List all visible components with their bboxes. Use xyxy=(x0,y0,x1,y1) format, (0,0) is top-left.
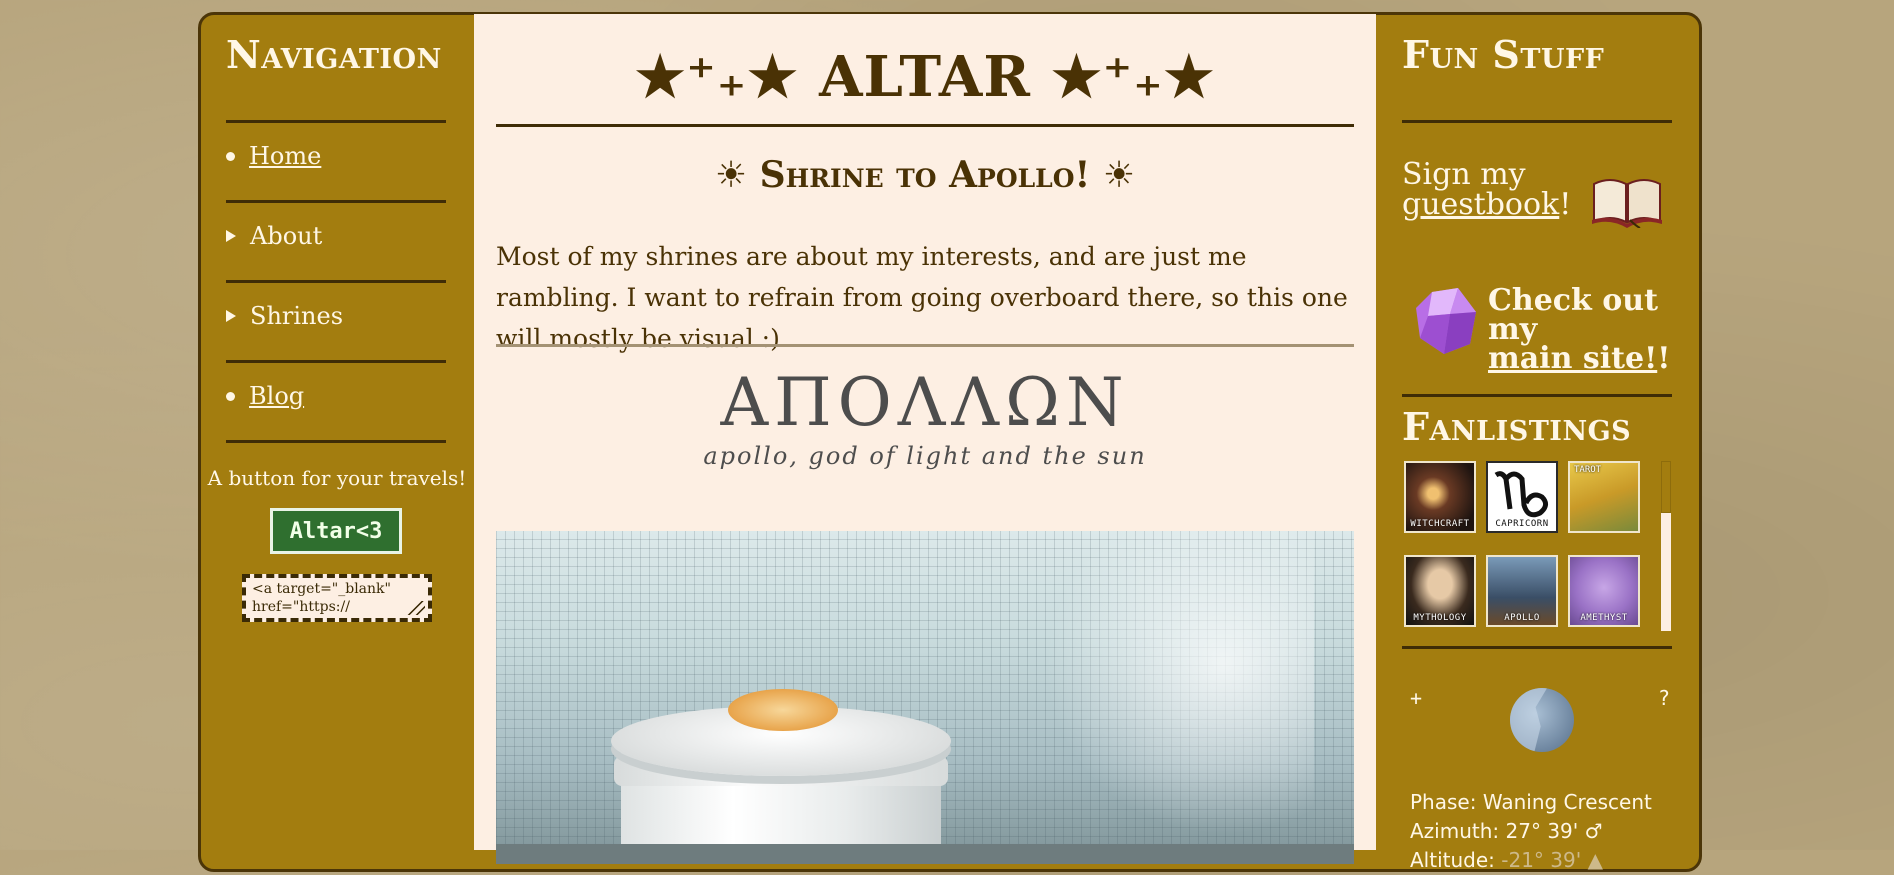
site-button-88x31[interactable]: Altar<3 xyxy=(270,508,402,554)
window-sill xyxy=(496,844,1354,864)
section-divider xyxy=(496,344,1354,347)
guestbook-prefix: Sign my xyxy=(1402,157,1526,192)
bullet-icon xyxy=(226,151,235,161)
nav-label-shrines: Shrines xyxy=(250,302,344,330)
resize-handle-icon[interactable] xyxy=(407,601,425,615)
fun-stuff-sidebar: Fun Stuff Sign my guestbook! Check out m… xyxy=(1376,14,1700,872)
flower-ornament xyxy=(728,689,838,731)
phase-label: Phase: xyxy=(1410,790,1477,814)
scrollbar-thumb[interactable] xyxy=(1661,461,1671,513)
moon-expand-button[interactable]: + xyxy=(1410,686,1422,710)
divider xyxy=(226,280,446,283)
phase-value: Waning Crescent xyxy=(1482,790,1652,814)
divider xyxy=(226,200,446,203)
shrine-heading: ☀ Shrine to Apollo! ☀ xyxy=(714,154,1136,196)
azimuth-label: Azimuth: xyxy=(1410,819,1500,843)
fanlisting-capricorn[interactable]: CAPRICORN xyxy=(1486,461,1558,533)
altitude-label: Altitude: xyxy=(1410,848,1495,872)
azimuth-value: 27° 39' ♂ xyxy=(1505,819,1603,843)
page-title: ★⁺₊★ ALTAR ★⁺₊★ xyxy=(635,44,1215,110)
expand-triangle-icon xyxy=(226,230,236,242)
main-site-suffix: ! xyxy=(1657,341,1671,376)
fanlisting-label: CAPRICORN xyxy=(1495,519,1549,529)
divider xyxy=(1402,646,1672,649)
fanlisting-witchcraft[interactable]: WITCHCRAFT xyxy=(1404,461,1476,533)
bullet-icon xyxy=(226,391,235,401)
fanlisting-label: MYTHOLOGY xyxy=(1413,613,1467,623)
fanlisting-label: TAROT xyxy=(1574,465,1602,475)
nav-label-about: About xyxy=(250,222,323,250)
divider xyxy=(226,440,446,443)
button-code-text: <a target="_blank" href="https:// xyxy=(252,581,391,615)
main-content: ★⁺₊★ ALTAR ★⁺₊★ ☀ Shrine to Apollo! ☀ Mo… xyxy=(474,14,1376,864)
light-glow xyxy=(1014,531,1314,864)
navigation-title: Navigation xyxy=(226,32,442,77)
moon-widget: + ? Phase: Waning Crescent Azimuth: 27° … xyxy=(1410,674,1670,872)
guestbook-link[interactable]: guestbook xyxy=(1402,187,1559,222)
amethyst-crystal-icon xyxy=(1416,288,1476,354)
fanlisting-tarot[interactable]: TAROT xyxy=(1568,461,1640,533)
moon-help-button[interactable]: ? xyxy=(1658,686,1670,710)
nav-link-home[interactable]: Home xyxy=(249,142,321,170)
fanlisting-label: WITCHCRAFT xyxy=(1410,519,1470,529)
button-code-textarea[interactable]: <a target="_blank" href="https:// xyxy=(242,574,432,622)
main-site-prefix: Check out my xyxy=(1488,283,1658,347)
guestbook-prompt: Sign my guestbook! xyxy=(1402,160,1571,220)
expand-triangle-icon xyxy=(226,310,236,322)
nav-item-home[interactable]: Home xyxy=(226,142,321,170)
moon-phase-icon xyxy=(1510,688,1574,752)
fanlistings-scrollbar[interactable] xyxy=(1661,461,1671,631)
fanlisting-apollo[interactable]: APOLLO xyxy=(1486,555,1558,627)
intro-paragraph: Most of my shrines are about my interest… xyxy=(496,242,1348,353)
divider xyxy=(226,360,446,363)
nav-item-about[interactable]: About xyxy=(226,222,322,250)
button-caption: A button for your travels! xyxy=(207,466,467,490)
guestbook-suffix: ! xyxy=(1559,187,1572,222)
divider xyxy=(1402,394,1672,397)
fanlisting-label: AMETHYST xyxy=(1580,613,1628,623)
main-site-prompt: Check out my main site!! xyxy=(1488,283,1700,376)
navigation-sidebar: Navigation Home About Shrines Blog A but… xyxy=(200,14,474,850)
nav-item-shrines[interactable]: Shrines xyxy=(226,302,343,330)
nav-item-blog[interactable]: Blog xyxy=(226,382,304,410)
fanlisting-mythology[interactable]: MYTHOLOGY xyxy=(1404,555,1476,627)
fanlisting-amethyst[interactable]: AMETHYST xyxy=(1568,555,1640,627)
fanlistings-title: Fanlistings xyxy=(1402,404,1632,449)
capricorn-glyph-icon xyxy=(1494,471,1548,518)
altar-photo xyxy=(496,531,1354,864)
title-divider xyxy=(496,124,1354,127)
greek-name: ΑΠΟΛΛΩΝ xyxy=(720,364,1130,441)
divider xyxy=(226,120,446,123)
divider xyxy=(1402,120,1672,123)
open-book-icon xyxy=(1592,179,1662,228)
main-site-link[interactable]: main site! xyxy=(1488,341,1657,376)
fanlisting-label: APOLLO xyxy=(1504,613,1540,623)
nav-link-blog[interactable]: Blog xyxy=(249,382,304,410)
altitude-value: -21° 39' ▲ xyxy=(1501,848,1603,872)
moon-info: Phase: Waning Crescent Azimuth: 27° 39' … xyxy=(1410,788,1652,875)
fun-stuff-title: Fun Stuff xyxy=(1402,32,1605,77)
greek-caption: apollo, god of light and the sun xyxy=(703,442,1147,470)
